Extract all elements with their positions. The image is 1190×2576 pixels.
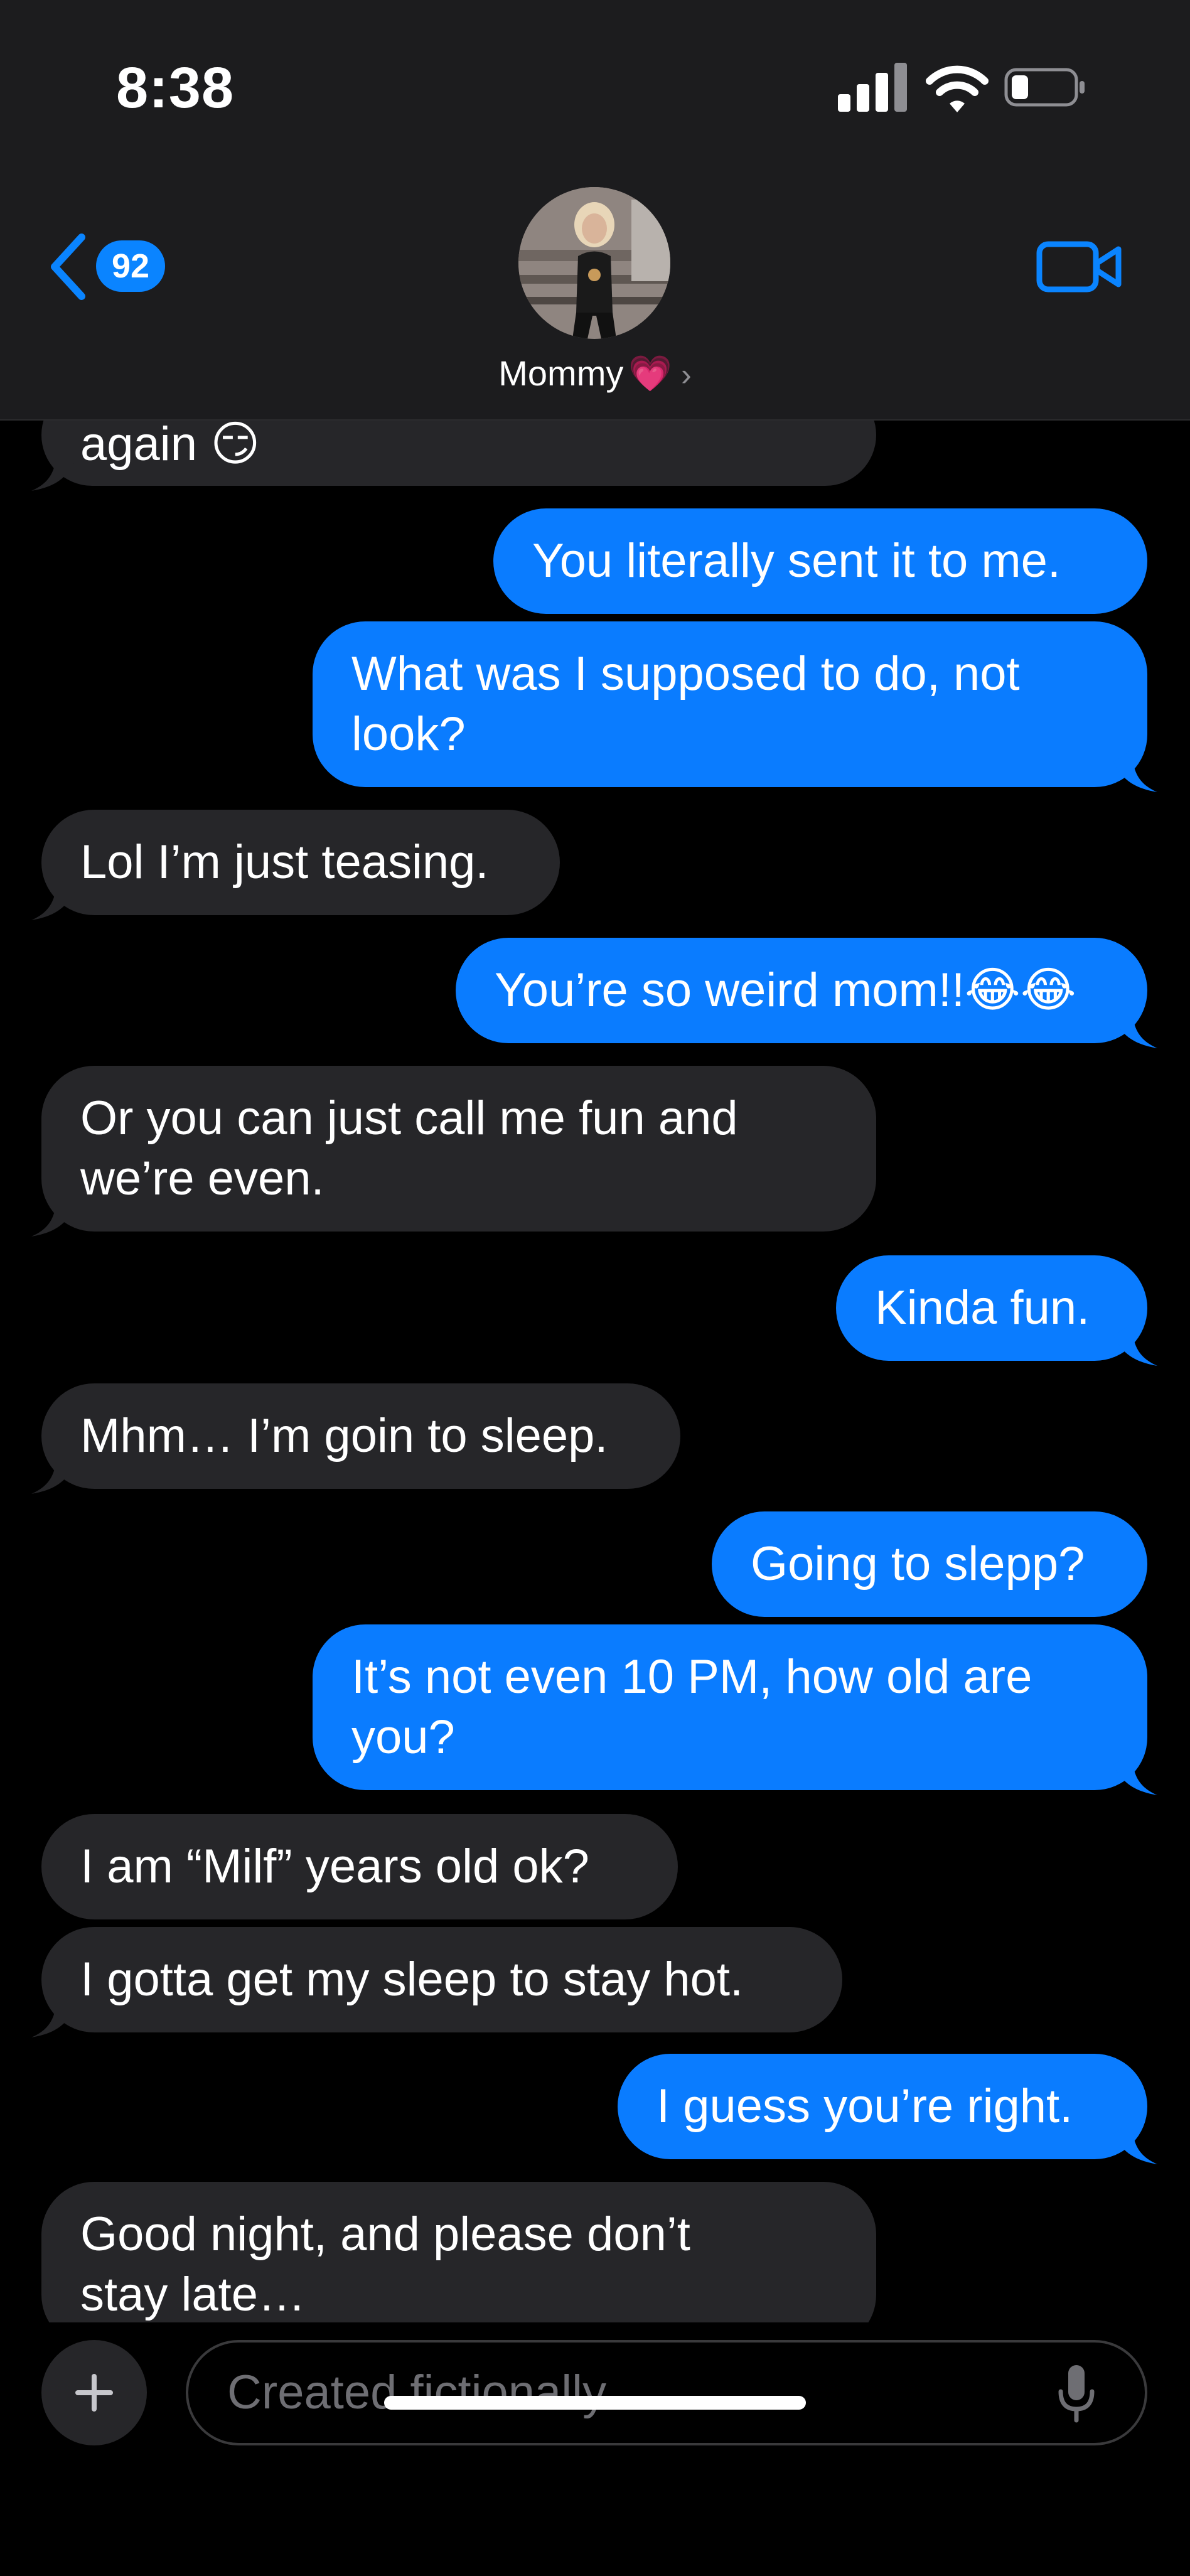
bubble-tail-icon bbox=[31, 448, 75, 491]
message-text: Good night, and please don’t bbox=[80, 2208, 690, 2261]
message-incoming[interactable]: I gotta get my sleep to stay hot. bbox=[31, 1927, 842, 2037]
message-outgoing[interactable]: I guess you’re right. bbox=[618, 2054, 1157, 2164]
message-text: Going to slepp? bbox=[751, 1537, 1085, 1591]
bubble-tail-icon bbox=[1113, 1323, 1157, 1366]
message-incoming[interactable]: Mhm… I’m goin to sleep. bbox=[31, 1383, 680, 1494]
contact-name-button[interactable]: Mommy 💗 › bbox=[0, 353, 1190, 394]
message-incoming[interactable]: Or you can just call me fun and we’re ev… bbox=[31, 1066, 876, 1237]
battery-icon bbox=[1004, 68, 1085, 107]
message-incoming[interactable]: Good night, and please don’t stay late… bbox=[41, 2182, 876, 2322]
message-text: you? bbox=[351, 1710, 455, 1764]
message-text: You literally sent it to me. bbox=[532, 534, 1061, 588]
message-input-placeholder: Created fictionally bbox=[227, 2366, 607, 2419]
message-outgoing[interactable]: It’s not even 10 PM, how old are you? bbox=[313, 1624, 1157, 1795]
bubble-tail-icon bbox=[1113, 1006, 1157, 1048]
message-outgoing[interactable]: You literally sent it to me. bbox=[493, 508, 1147, 614]
message-outgoing[interactable]: Kinda fun. bbox=[836, 1255, 1157, 1366]
microphone-icon[interactable] bbox=[1054, 2363, 1098, 2425]
contact-avatar[interactable] bbox=[518, 187, 670, 339]
message-text: Kinda fun. bbox=[875, 1281, 1090, 1334]
message-incoming[interactable]: Lol I’m just teasing. bbox=[31, 810, 560, 920]
message-outgoing[interactable]: What was I supposed to do, not look? bbox=[313, 621, 1157, 792]
message-text: we’re even. bbox=[80, 1152, 324, 1205]
message-outgoing[interactable]: You’re so weird mom!!😂😂 bbox=[456, 938, 1157, 1048]
bubble-tail-icon bbox=[1113, 1752, 1157, 1795]
chevron-right-icon: › bbox=[681, 357, 692, 392]
message-text: It’s not even 10 PM, how old are bbox=[351, 1650, 1032, 1704]
back-button[interactable]: 92 bbox=[47, 229, 173, 304]
heart-emoji: 💗 bbox=[628, 353, 673, 393]
bubble-tail-icon bbox=[31, 1995, 75, 2037]
bubble-tail-icon bbox=[31, 1194, 75, 1237]
message-input[interactable]: Created fictionally bbox=[186, 2340, 1147, 2445]
message-text: again 😏 bbox=[80, 417, 260, 471]
unread-count-badge: 92 bbox=[96, 240, 165, 292]
message-outgoing[interactable]: Going to slepp? bbox=[712, 1511, 1147, 1617]
wifi-icon bbox=[926, 65, 989, 112]
status-icons bbox=[838, 63, 1095, 113]
bubble-tail-icon bbox=[31, 877, 75, 920]
navigation-header: 8:38 92 Mommy 💗 › bbox=[0, 0, 1190, 421]
bubble-tail-icon bbox=[31, 1451, 75, 1494]
home-indicator[interactable] bbox=[384, 2396, 806, 2410]
message-text: I am “Milf” years old ok? bbox=[80, 1840, 589, 1893]
message-text: You’re so weird mom!!😂😂 bbox=[495, 963, 1076, 1017]
message-text: stay late… bbox=[80, 2268, 306, 2321]
plus-icon[interactable] bbox=[41, 2340, 147, 2445]
message-composer: Created fictionally bbox=[0, 2322, 1190, 2576]
message-incoming[interactable]: I am “Milf” years old ok? bbox=[41, 1814, 678, 1919]
contact-name: Mommy bbox=[498, 353, 624, 393]
message-text: What was I supposed to do, not bbox=[351, 647, 1020, 700]
bubble-tail-icon bbox=[1113, 2122, 1157, 2164]
message-text: Mhm… I’m goin to sleep. bbox=[80, 1409, 608, 1462]
message-text: Or you can just call me fun and bbox=[80, 1092, 738, 1145]
status-time: 8:38 bbox=[116, 56, 235, 120]
avatar-photo bbox=[518, 187, 670, 339]
message-text: Lol I’m just teasing. bbox=[80, 835, 489, 889]
signal-icon bbox=[838, 63, 907, 112]
message-text: I gotta get my sleep to stay hot. bbox=[80, 1953, 744, 2006]
bubble-tail-icon bbox=[1113, 749, 1157, 792]
back-chevron-icon bbox=[51, 233, 85, 300]
video-camera-icon[interactable] bbox=[1036, 235, 1123, 298]
message-text: I guess you’re right. bbox=[657, 2080, 1073, 2133]
message-text: look? bbox=[351, 707, 466, 761]
